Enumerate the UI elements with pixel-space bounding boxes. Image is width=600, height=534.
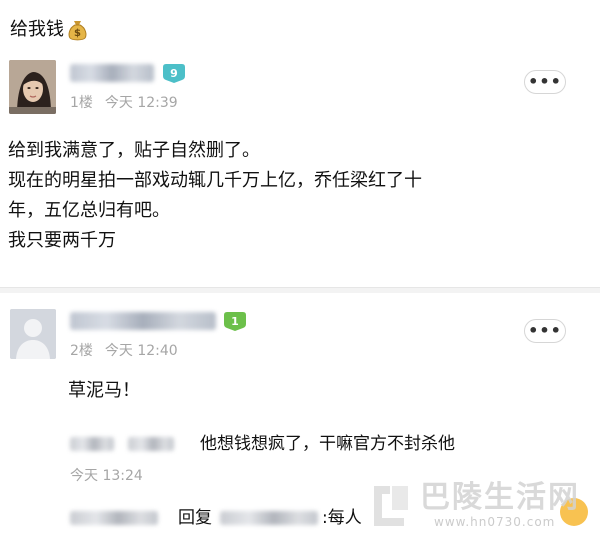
- floor-number: 2楼: [70, 343, 93, 359]
- sub-reply-text: :每人: [322, 508, 362, 528]
- post-line: 给到我满意了，贴子自然删了。: [8, 140, 260, 161]
- level-badge-number: 1: [231, 315, 239, 328]
- default-avatar[interactable]: [10, 309, 56, 359]
- post-line: 现在的明星拍一部戏动辄几千万上亿，乔任梁红了十: [8, 170, 422, 191]
- thread-title: 给我钱: [10, 19, 64, 40]
- post-card-floor-1: 给我钱 $ 9 1楼 今天 12:39 ••• 给到我满意了，贴子自然删了。 现…: [0, 0, 600, 288]
- svg-text:$: $: [74, 28, 81, 39]
- sub-reply-author-obscured[interactable]: [70, 511, 158, 525]
- level-badge: 1: [224, 312, 246, 331]
- watermark-logo-icon: [368, 482, 414, 530]
- more-options-button[interactable]: •••: [524, 319, 566, 343]
- username-obscured[interactable]: [70, 64, 154, 82]
- post-meta: 1楼 今天 12:39: [70, 94, 178, 112]
- more-options-button[interactable]: •••: [524, 70, 566, 94]
- tieba-thread-screen: 给我钱 $ 9 1楼 今天 12:39 ••• 给到我满意了，贴子自然删了。 现…: [0, 0, 600, 534]
- thread-title-row: 给我钱 $: [10, 18, 88, 42]
- post-content: 草泥马！: [68, 380, 140, 401]
- money-bag-icon: $: [67, 19, 88, 41]
- username-obscured[interactable]: [70, 312, 216, 330]
- post-meta: 2楼 今天 12:40: [70, 342, 178, 360]
- post-content: 给到我满意了，贴子自然删了。 现在的明星拍一部戏动辄几千万上亿，乔任梁红了十 年…: [8, 136, 593, 256]
- watermark-title: 巴陵生活网: [420, 480, 580, 515]
- sub-reply-target-obscured[interactable]: [220, 511, 318, 525]
- sub-reply-author-obscured[interactable]: [128, 437, 174, 451]
- sub-reply-text: 他想钱想疯了，干嘛官方不封杀他: [200, 434, 455, 454]
- sub-reply-time: 今天 13:24: [70, 468, 143, 484]
- watermark-url: www.hn0730.com: [434, 515, 556, 529]
- level-badge: 9: [163, 64, 185, 83]
- level-badge-number: 9: [170, 67, 178, 80]
- site-watermark: 巴陵生活网 www.hn0730.com: [362, 480, 600, 534]
- floor-number: 1楼: [70, 95, 93, 111]
- post-line: 我只要两千万: [8, 230, 116, 251]
- post-time: 今天 12:40: [104, 343, 178, 359]
- user-avatar[interactable]: [9, 60, 56, 114]
- sub-reply-author-obscured[interactable]: [70, 437, 114, 451]
- sub-reply-prefix: 回复: [178, 508, 212, 528]
- post-line: 年，五亿总归有吧。: [8, 200, 170, 221]
- post-time: 今天 12:39: [104, 95, 178, 111]
